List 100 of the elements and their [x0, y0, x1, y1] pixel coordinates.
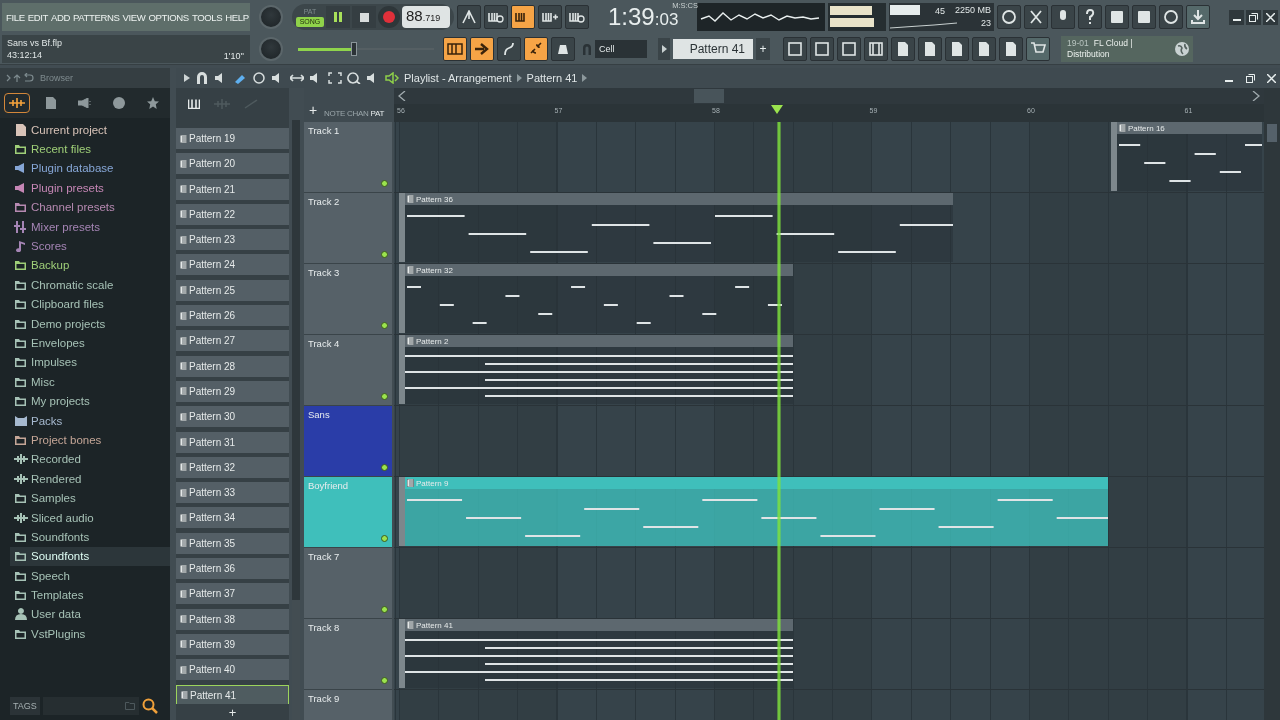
pattern-clip[interactable]: Pattern 2	[399, 335, 793, 404]
restore-button[interactable]	[1243, 71, 1257, 85]
track-header[interactable]: Track 3	[304, 264, 392, 335]
arrows-icon[interactable]	[290, 72, 304, 84]
menu-item[interactable]: TOOLS	[191, 11, 223, 23]
pattern-item[interactable]: Pattern 27	[176, 330, 289, 352]
paint-icon[interactable]	[233, 72, 247, 84]
browser-item[interactable]: Backup	[10, 255, 170, 276]
all-tab[interactable]	[4, 93, 30, 113]
track-lane[interactable]	[394, 548, 1264, 619]
add-pattern-button[interactable]: +	[176, 704, 289, 720]
browser-item[interactable]: Envelopes	[10, 333, 170, 353]
add-pattern-button[interactable]: +	[756, 38, 770, 60]
pause-button[interactable]	[326, 6, 350, 28]
track-lane[interactable]: Pattern 16	[394, 122, 1264, 193]
menu-item[interactable]: PATTERNS	[73, 11, 120, 23]
cart-icon[interactable]	[1026, 37, 1050, 61]
menu-item[interactable]: FILE	[6, 11, 25, 23]
tags-field[interactable]	[42, 697, 139, 715]
browser-item[interactable]: Plugin database	[10, 158, 170, 179]
browser-item[interactable]: Rendered	[10, 469, 170, 489]
browser-item[interactable]: My projects	[10, 391, 170, 411]
browser-item[interactable]: Soundfonts	[10, 546, 170, 566]
stop-button[interactable]	[352, 6, 376, 28]
scrollbar[interactable]	[1264, 88, 1280, 720]
track-lane[interactable]: Pattern 36	[394, 193, 1264, 264]
browser-item[interactable]: Recorded	[10, 449, 170, 470]
browser-item[interactable]: Soundfonts	[10, 527, 170, 547]
filter-label[interactable]: NOTE	[324, 109, 346, 118]
browser-item[interactable]: User data	[10, 604, 170, 625]
help-icon[interactable]	[1078, 5, 1103, 29]
pattern-item[interactable]: Pattern 36	[176, 558, 289, 580]
browser-item[interactable]: Recent files	[10, 139, 170, 159]
track-lane[interactable]	[394, 406, 1264, 477]
browser-item[interactable]: Misc	[10, 372, 170, 392]
plus-icon[interactable]	[538, 5, 562, 29]
minimize-button[interactable]	[1229, 9, 1244, 25]
scroll-left-icon[interactable]	[398, 91, 406, 101]
filter-label[interactable]: PAT	[370, 109, 384, 118]
browser-item[interactable]: Templates	[10, 585, 170, 605]
pattern-item[interactable]: Pattern 35	[176, 532, 289, 554]
pattern-item[interactable]: Pattern 37	[176, 583, 289, 605]
snap-dropdown[interactable]: Cell	[595, 40, 647, 58]
pattern-item[interactable]: Pattern 33	[176, 482, 289, 504]
browser-item[interactable]: Sliced audio	[10, 507, 170, 528]
pattern-item[interactable]: Pattern 25	[176, 279, 289, 301]
piano-icon[interactable]	[443, 37, 467, 61]
pattern-item[interactable]: Pattern 24	[176, 254, 289, 276]
pattern-item[interactable]: Pattern 28	[176, 355, 289, 377]
curve-icon[interactable]	[497, 37, 521, 61]
track-header[interactable]: Track 9	[304, 690, 392, 720]
magnet-icon[interactable]	[195, 72, 209, 84]
restore-button[interactable]	[1246, 9, 1261, 25]
track-header[interactable]: Track 2	[304, 193, 392, 264]
browser-item[interactable]: Current project	[10, 120, 170, 140]
metronome-icon[interactable]	[457, 5, 481, 29]
pattern-item[interactable]: Pattern 19	[176, 128, 289, 149]
scissors-icon[interactable]	[1024, 5, 1049, 29]
track-header[interactable]: Track 7	[304, 548, 392, 619]
browser-item[interactable]: Impulses	[10, 352, 170, 373]
browser-item[interactable]: Samples	[10, 488, 170, 508]
track-header[interactable]: Track 4	[304, 335, 392, 406]
select-icon[interactable]	[328, 72, 342, 84]
menu-item[interactable]: ADD	[50, 11, 70, 23]
overview-scrollbar[interactable]	[394, 88, 1264, 104]
pattern-item[interactable]: Pattern 39	[176, 633, 289, 655]
pattern-item[interactable]: Pattern 38	[176, 608, 289, 630]
browser-item[interactable]: Channel presets	[10, 197, 170, 217]
pattern-item[interactable]: Pattern 34	[176, 507, 289, 529]
pattern-item[interactable]: Pattern 23	[176, 229, 289, 251]
browser-item[interactable]: Packs	[10, 410, 170, 431]
pattern-selector[interactable]: Pattern 41	[673, 39, 753, 59]
scroll-thumb[interactable]	[1267, 124, 1277, 142]
pattern-clip[interactable]: Pattern 16	[1110, 122, 1263, 191]
pattern-icon[interactable]	[188, 99, 200, 109]
browser-item[interactable]: Chromatic scale	[10, 275, 170, 295]
pattern-clip[interactable]: Pattern 36	[399, 193, 954, 262]
pattern-item[interactable]: Pattern 26	[176, 305, 289, 327]
browser-item[interactable]: Project bones	[10, 430, 170, 450]
pattern-item[interactable]: Pattern 20	[176, 153, 289, 175]
browser-item[interactable]: Speech	[10, 566, 170, 586]
track-lane[interactable]: Pattern 41	[394, 619, 1264, 690]
ban-icon[interactable]	[252, 72, 266, 84]
scroll-thumb[interactable]	[694, 89, 724, 103]
pattern-menu-button[interactable]	[658, 38, 670, 60]
pattern-clip[interactable]: Pattern 32	[399, 264, 793, 333]
pattern-item[interactable]: Pattern 29	[176, 380, 289, 402]
track-lane[interactable]: Pattern 32	[394, 264, 1264, 335]
pitch-knob[interactable]	[259, 37, 283, 61]
news-panel[interactable]: 19-01 FL Cloud | Distribution	[1061, 36, 1193, 62]
pattern-item[interactable]: Pattern 21	[176, 178, 289, 200]
menu-item[interactable]: OPTIONS	[148, 11, 189, 23]
menu-item[interactable]: EDIT	[27, 11, 48, 23]
track-header[interactable]: Track 1	[304, 122, 392, 193]
speaker-icon[interactable]	[385, 72, 399, 84]
globe-icon[interactable]	[1174, 41, 1190, 57]
pattern-item[interactable]: Pattern 22	[176, 203, 289, 225]
zoom-icon[interactable]	[347, 72, 361, 84]
browser-nav-icon[interactable]	[6, 73, 34, 83]
scroll-right-icon[interactable]	[1252, 91, 1260, 101]
